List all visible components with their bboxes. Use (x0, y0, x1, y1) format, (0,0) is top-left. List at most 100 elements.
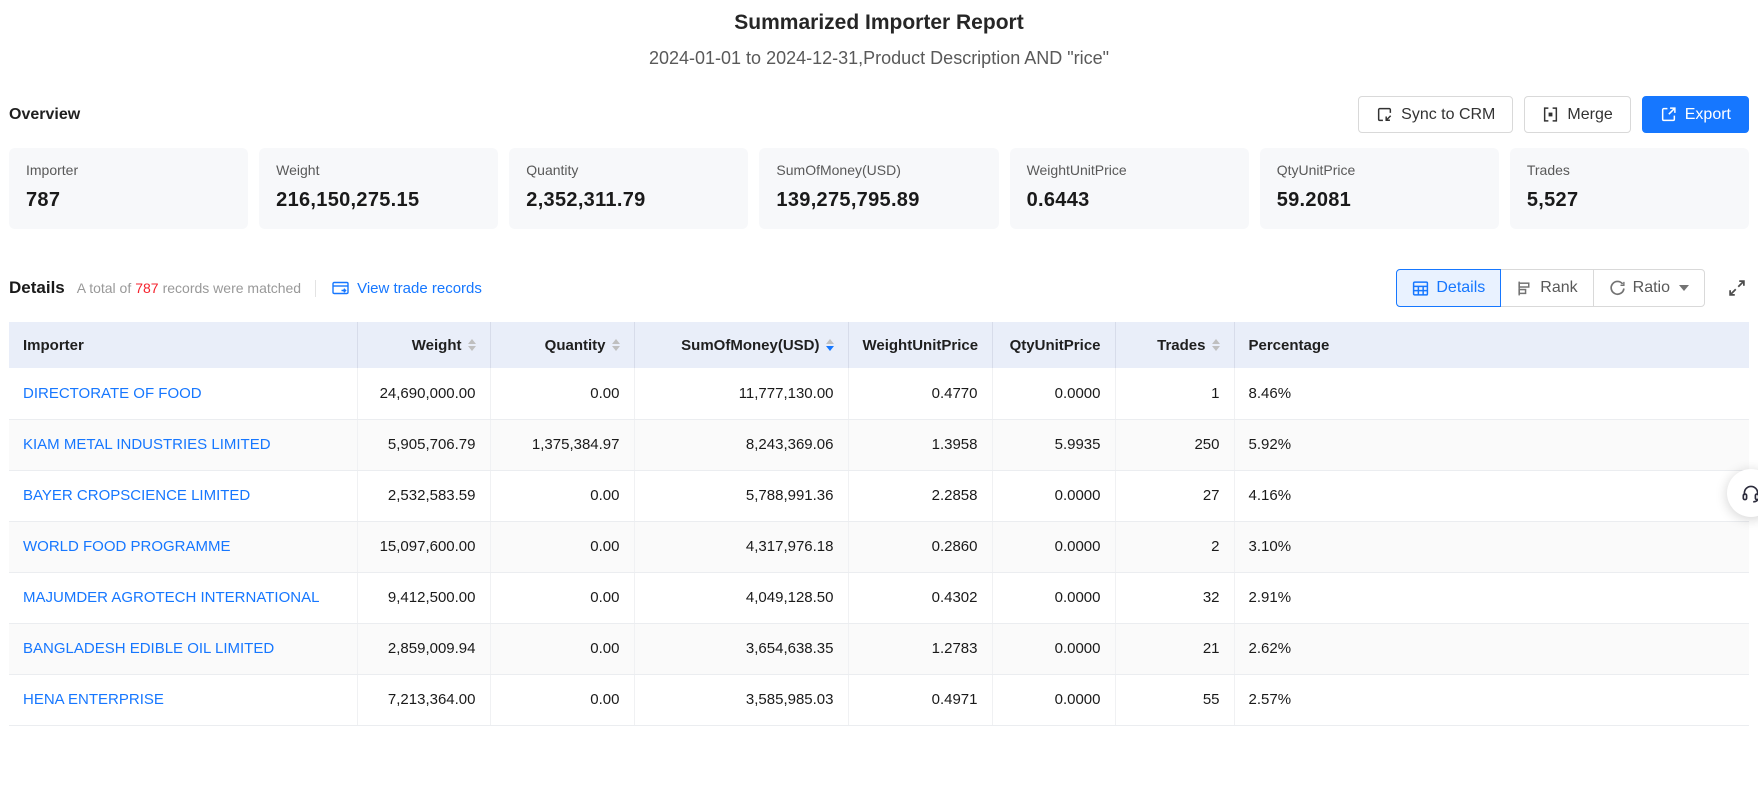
importer-link[interactable]: WORLD FOOD PROGRAMME (23, 538, 231, 555)
view-trade-records-link[interactable]: View trade records (332, 280, 482, 297)
sort-desc-icon (826, 346, 834, 351)
cell-weight: 9,412,500.00 (357, 572, 490, 623)
trade-records-icon (332, 281, 350, 296)
cell-trades: 21 (1115, 623, 1234, 674)
tab-rank-label: Rank (1540, 279, 1577, 297)
stat-card-value: 216,150,275.15 (276, 189, 481, 212)
cell-importer: HENA ENTERPRISE (9, 674, 357, 725)
column-header-inner: SumOfMoney(USD) (681, 337, 833, 354)
tab-rank[interactable]: Rank (1500, 269, 1593, 307)
importer-link[interactable]: BANGLADESH EDIBLE OIL LIMITED (23, 640, 274, 657)
sort-icons[interactable] (1212, 339, 1220, 352)
column-header-weight[interactable]: Weight (357, 322, 490, 368)
cell-qtyunitprice: 0.0000 (992, 572, 1115, 623)
cell-importer: WORLD FOOD PROGRAMME (9, 521, 357, 572)
stat-card-label: Weight (276, 162, 481, 178)
sync-to-crm-icon (1376, 106, 1393, 123)
page-subtitle: 2024-01-01 to 2024-12-31,Product Descrip… (0, 48, 1758, 69)
column-header-label: Trades (1157, 337, 1205, 354)
cell-importer: KIAM METAL INDUSTRIES LIMITED (9, 419, 357, 470)
column-header-importer: Importer (9, 322, 357, 368)
tab-ratio[interactable]: Ratio (1593, 269, 1705, 307)
stat-card-quantity: Quantity2,352,311.79 (509, 148, 748, 229)
table-row: BANGLADESH EDIBLE OIL LIMITED 2,859,009.9… (9, 623, 1749, 674)
details-right: Details Rank (1396, 269, 1749, 307)
column-header-inner: WeightUnitPrice (863, 337, 979, 354)
cell-qtyunitprice: 0.0000 (992, 368, 1115, 419)
column-header-inner: Importer (23, 337, 84, 354)
cell-weight: 24,690,000.00 (357, 368, 490, 419)
column-header-label: WeightUnitPrice (863, 337, 979, 354)
stat-card-value: 139,275,795.89 (776, 189, 981, 212)
sort-icons[interactable] (612, 339, 620, 352)
column-header-inner: Trades (1157, 337, 1219, 354)
sort-icons[interactable] (468, 339, 476, 352)
merge-label: Merge (1567, 106, 1612, 124)
ratio-dropdown-caret (1679, 285, 1689, 291)
stat-card-weightunitprice: WeightUnitPrice0.6443 (1010, 148, 1249, 229)
stat-card-value: 2,352,311.79 (526, 189, 731, 212)
stat-card-label: Trades (1527, 162, 1732, 178)
vertical-divider (315, 280, 316, 297)
view-trade-records-label: View trade records (357, 280, 482, 297)
merge-button[interactable]: Merge (1524, 96, 1630, 133)
cell-weight: 2,859,009.94 (357, 623, 490, 674)
overview-bar: Overview Sync to CRM Merge (0, 96, 1758, 133)
cell-percentage: 2.57% (1234, 674, 1749, 725)
export-label: Export (1685, 106, 1731, 124)
headset-icon (1740, 482, 1758, 504)
cell-importer: MAJUMDER AGROTECH INTERNATIONAL (9, 572, 357, 623)
column-header-percentage: Percentage (1234, 322, 1749, 368)
cell-percentage: 8.46% (1234, 368, 1749, 419)
cell-qtyunitprice: 0.0000 (992, 470, 1115, 521)
cell-quantity: 1,375,384.97 (490, 419, 634, 470)
fullscreen-icon[interactable] (1725, 276, 1749, 300)
details-left: Details A total of787records were matche… (9, 278, 482, 298)
export-button[interactable]: Export (1642, 96, 1749, 133)
column-header-trades[interactable]: Trades (1115, 322, 1234, 368)
column-header-quantity[interactable]: Quantity (490, 322, 634, 368)
stat-card-label: WeightUnitPrice (1027, 162, 1232, 178)
view-switcher: Details Rank (1396, 269, 1705, 307)
sort-desc-icon (612, 346, 620, 351)
cell-quantity: 0.00 (490, 572, 634, 623)
importer-table: Importer Weight Quantity SumOfMoney(USD) Wei… (9, 322, 1749, 726)
cell-qtyunitprice: 5.9935 (992, 419, 1115, 470)
cell-weightunitprice: 0.2860 (848, 521, 992, 572)
column-header-label: Importer (23, 337, 84, 354)
cell-trades: 250 (1115, 419, 1234, 470)
cell-quantity: 0.00 (490, 674, 634, 725)
sort-asc-icon (826, 339, 834, 344)
table-row: DIRECTORATE OF FOOD24,690,000.000.0011,7… (9, 368, 1749, 419)
column-header-label: QtyUnitPrice (1010, 337, 1101, 354)
cell-quantity: 0.00 (490, 470, 634, 521)
cell-percentage: 2.62% (1234, 623, 1749, 674)
importer-link[interactable]: BAYER CROPSCIENCE LIMITED (23, 487, 250, 504)
stat-card-label: SumOfMoney(USD) (776, 162, 981, 178)
cell-sumofmoney-usd: 3,585,985.03 (634, 674, 848, 725)
cell-trades: 32 (1115, 572, 1234, 623)
cell-weight: 2,532,583.59 (357, 470, 490, 521)
cell-qtyunitprice: 0.0000 (992, 521, 1115, 572)
stat-card-weight: Weight 216,150,275.15 (259, 148, 498, 229)
column-header-sumofmoney-usd[interactable]: SumOfMoney(USD) (634, 322, 848, 368)
stat-card-label: QtyUnitPrice (1277, 162, 1482, 178)
cell-weightunitprice: 0.4302 (848, 572, 992, 623)
cell-weight: 7,213,364.00 (357, 674, 490, 725)
action-buttons: Sync to CRM Merge Export (1358, 96, 1749, 133)
sync-to-crm-button[interactable]: Sync to CRM (1358, 96, 1513, 133)
cell-percentage: 2.91% (1234, 572, 1749, 623)
importer-link[interactable]: MAJUMDER AGROTECH INTERNATIONAL (23, 589, 319, 606)
table-row: BAYER CROPSCIENCE LIMITED2,532,583.590.0… (9, 470, 1749, 521)
stat-card-value: 5,527 (1527, 189, 1732, 212)
tab-ratio-label: Ratio (1633, 279, 1670, 297)
stat-card-qtyunitprice: QtyUnitPrice 59.2081 (1260, 148, 1499, 229)
importer-link[interactable]: KIAM METAL INDUSTRIES LIMITED (23, 436, 271, 453)
stat-card-value: 59.2081 (1277, 189, 1482, 212)
sort-icons[interactable] (826, 339, 834, 352)
tab-details[interactable]: Details (1396, 269, 1501, 307)
column-header-inner: Quantity (545, 337, 620, 354)
table-header-row: Importer Weight Quantity SumOfMoney(USD) Wei… (9, 322, 1749, 368)
importer-link[interactable]: DIRECTORATE OF FOOD (23, 385, 202, 402)
importer-link[interactable]: HENA ENTERPRISE (23, 691, 164, 708)
